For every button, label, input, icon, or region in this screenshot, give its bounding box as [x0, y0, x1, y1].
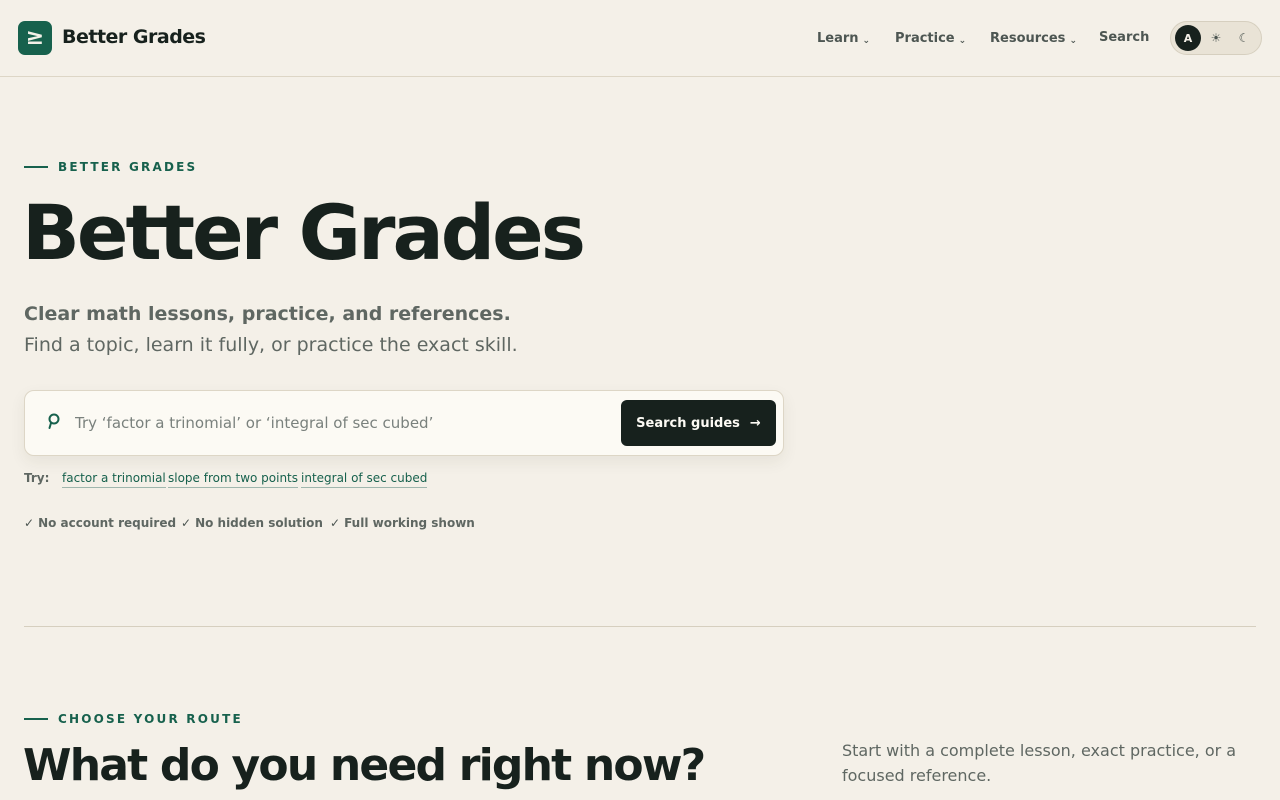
nav-practice[interactable]: Practice ⌄: [895, 30, 967, 47]
nav-resources[interactable]: Resources ⌄: [990, 30, 1077, 47]
check-label: No account required: [38, 516, 177, 530]
check-item: ✓ No account required: [24, 516, 176, 530]
search-guides-button[interactable]: Search guides →: [621, 400, 776, 446]
eyebrow-rule: [24, 718, 48, 720]
check-icon: ✓: [24, 516, 35, 530]
try-link[interactable]: slope from two points: [168, 471, 299, 488]
hero-lead-strong: Clear math lessons, practice, and refere…: [24, 303, 511, 325]
routes-eyebrow-label: CHOOSE YOUR ROUTE: [58, 712, 243, 726]
routes-title: What do you need right now?: [23, 740, 706, 791]
brand-name[interactable]: Better Grades: [62, 26, 206, 48]
auto-icon[interactable]: A: [1175, 25, 1201, 51]
page-title: Better Grades: [22, 188, 586, 277]
nav-resources-label: Resources: [990, 30, 1066, 46]
logo-icon[interactable]: ≥: [18, 21, 52, 55]
hero-lead: Find a topic, learn it fully, or practic…: [24, 334, 518, 356]
hero-eyebrow: BETTER GRADES: [24, 160, 197, 174]
search-form: Search guides →: [24, 390, 784, 456]
chevron-down-icon: ⌄: [958, 36, 967, 46]
sun-icon[interactable]: ☀: [1203, 25, 1229, 51]
moon-icon[interactable]: ☾: [1231, 25, 1257, 51]
chevron-down-icon: ⌄: [1069, 36, 1077, 46]
site-header: ≥ Better Grades Learn ⌄ Practice ⌄ Resou…: [0, 0, 1280, 77]
search-guides-label: Search guides: [636, 415, 740, 431]
nav-practice-label: Practice: [895, 30, 955, 46]
check-item: ✓ Full working shown: [330, 516, 475, 530]
section-divider: [24, 626, 1256, 627]
theme-toggle: A ☀ ☾: [1170, 21, 1262, 55]
nav-learn-label: Learn: [817, 30, 859, 46]
check-icon: ✓: [181, 516, 192, 530]
nav-search-label: Search: [1099, 30, 1150, 45]
check-label: Full working shown: [344, 516, 475, 530]
eyebrow-rule: [24, 166, 48, 168]
search-icon: [48, 413, 60, 429]
arrow-right-icon: →: [749, 415, 761, 431]
check-label: No hidden solution: [195, 516, 323, 530]
search-input[interactable]: [75, 409, 605, 437]
hero-eyebrow-label: BETTER GRADES: [58, 160, 198, 174]
try-link[interactable]: factor a trinomial: [62, 471, 166, 488]
check-icon: ✓: [330, 516, 341, 530]
nav-learn[interactable]: Learn ⌄: [817, 30, 871, 47]
check-item: ✓ No hidden solution: [181, 516, 323, 530]
chevron-down-icon: ⌄: [862, 36, 871, 46]
try-link[interactable]: integral of sec cubed: [301, 471, 428, 488]
routes-description: Start with a complete lesson, exact prac…: [842, 741, 1237, 785]
nav-search[interactable]: Search: [1099, 30, 1149, 45]
routes-eyebrow: CHOOSE YOUR ROUTE: [24, 712, 243, 726]
try-label: Try:: [24, 471, 50, 485]
